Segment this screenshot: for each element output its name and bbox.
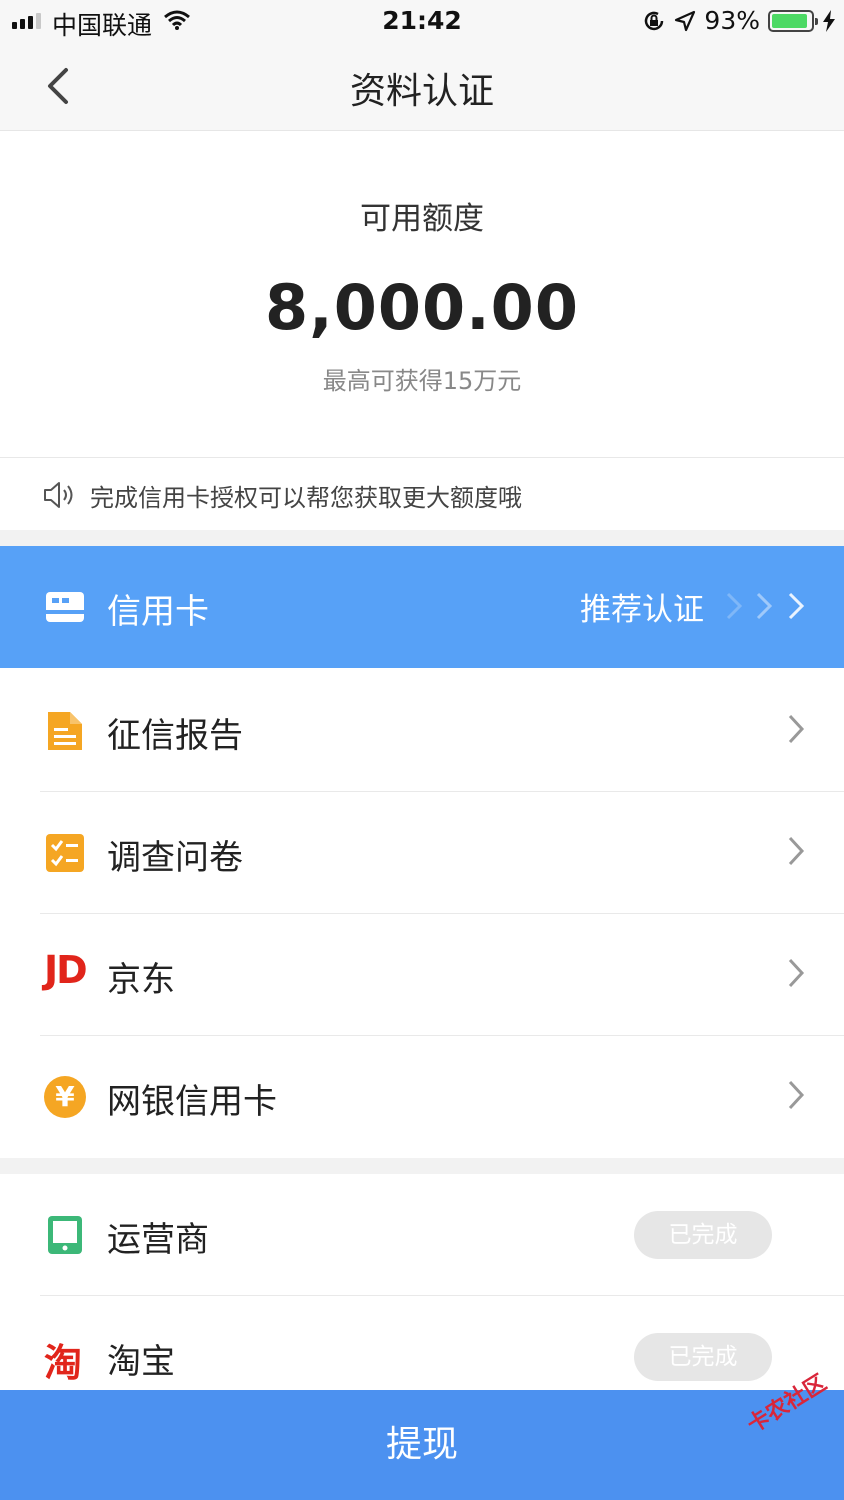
checklist-icon bbox=[46, 834, 84, 872]
auth-item-label: 运营商 bbox=[107, 1220, 209, 1260]
completed-badge: 已完成 bbox=[634, 1333, 772, 1381]
battery-percent: 93% bbox=[704, 6, 760, 35]
chevron-right-icon bbox=[788, 958, 805, 988]
section-gap bbox=[0, 1158, 844, 1174]
notice-text: 完成信用卡授权可以帮您获取更大额度哦 bbox=[90, 484, 522, 512]
available-credit-amount: 8,000.00 bbox=[265, 271, 579, 344]
withdraw-button[interactable]: 提现 bbox=[0, 1390, 844, 1500]
auth-item-label: 网银信用卡 bbox=[107, 1082, 277, 1122]
chevron-right-icon bbox=[788, 1080, 805, 1110]
auth-item-questionnaire[interactable]: 调查问卷 bbox=[0, 792, 844, 914]
chevron-right-icon bbox=[788, 836, 805, 866]
recommend-label: 推荐认证 bbox=[580, 592, 704, 628]
auth-item-label: 京东 bbox=[107, 960, 175, 1000]
section-gap bbox=[0, 530, 844, 546]
jd-logo-icon: JD bbox=[44, 948, 88, 992]
auth-item-jd[interactable]: JD 京东 bbox=[0, 914, 844, 1036]
charging-bolt-icon bbox=[823, 9, 835, 32]
credit-card-icon bbox=[46, 592, 84, 622]
auth-item-label: 征信报告 bbox=[107, 716, 243, 756]
auth-item-online-bank-card[interactable]: ¥ 网银信用卡 bbox=[0, 1036, 844, 1158]
auth-item-label: 信用卡 bbox=[107, 592, 209, 632]
credit-summary: 可用额度 8,000.00 最高可获得15万元 bbox=[0, 131, 844, 457]
completed-badge: 已完成 bbox=[634, 1211, 772, 1259]
battery-icon bbox=[768, 9, 818, 32]
chevron-right-icon bbox=[788, 714, 805, 744]
navigation-bar: 资料认证 bbox=[0, 44, 844, 131]
yuan-symbol: ¥ bbox=[55, 1080, 75, 1113]
max-credit-text: 最高可获得15万元 bbox=[322, 367, 522, 395]
yuan-coin-icon: ¥ bbox=[44, 1076, 86, 1118]
triple-chevron-icon bbox=[726, 592, 805, 620]
document-icon bbox=[48, 712, 82, 750]
speaker-icon bbox=[44, 482, 73, 508]
auth-item-label: 调查问卷 bbox=[107, 838, 243, 878]
auth-item-label: 淘宝 bbox=[107, 1342, 175, 1382]
page-title: 资料认证 bbox=[349, 71, 494, 112]
phone-icon bbox=[48, 1216, 82, 1254]
auth-item-credit-report[interactable]: 征信报告 bbox=[0, 670, 844, 792]
auth-item-carrier[interactable]: 运营商 已完成 bbox=[0, 1174, 844, 1296]
rotation-lock-icon bbox=[645, 11, 664, 30]
taobao-logo-icon: 淘 bbox=[44, 1341, 83, 1385]
available-credit-label: 可用额度 bbox=[360, 201, 484, 237]
location-arrow-icon bbox=[675, 10, 696, 31]
notice-bar: 完成信用卡授权可以帮您获取更大额度哦 bbox=[0, 457, 844, 530]
status-bar: 中国联通 21:42 93% bbox=[0, 0, 844, 44]
auth-item-credit-card[interactable]: 信用卡 推荐认证 bbox=[0, 546, 844, 668]
